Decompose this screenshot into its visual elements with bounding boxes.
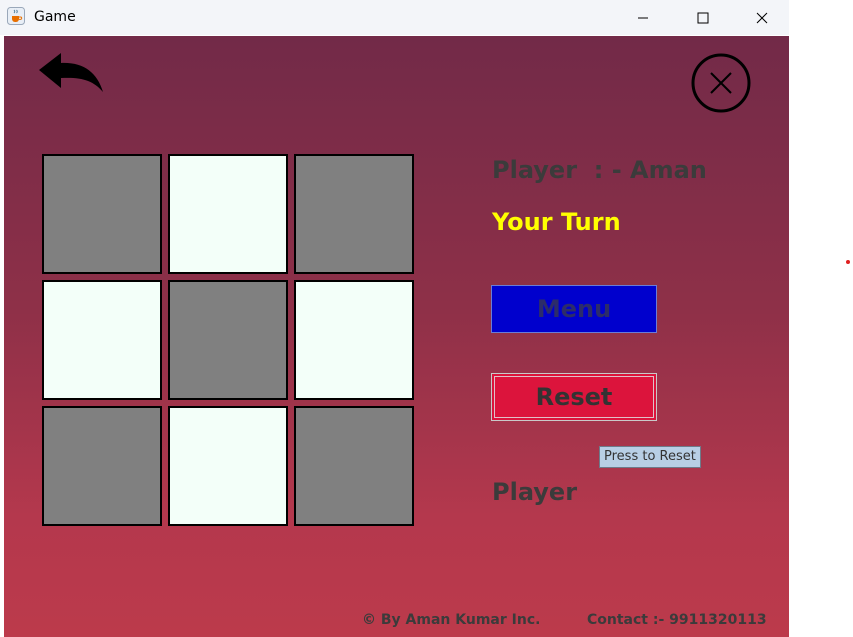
board-cell[interactable] <box>168 154 288 274</box>
footer-copyright: © By Aman Kumar Inc. <box>362 612 541 628</box>
turn-status-label: Your Turn <box>492 208 621 236</box>
board-cell[interactable] <box>42 280 162 400</box>
reset-tooltip: Press to Reset <box>599 446 701 468</box>
circle-close-icon[interactable] <box>690 52 752 114</box>
game-panel: Player : - Aman Your Turn Menu Reset Pre… <box>4 36 789 637</box>
minimize-button[interactable] <box>620 0 666 35</box>
footer-contact: Contact :- 9911320113 <box>587 612 767 628</box>
board-cell[interactable] <box>294 280 414 400</box>
game-window: Game Player: - Aman Your Turn Menu Rese… <box>0 0 789 637</box>
window-titlebar[interactable]: Game <box>0 0 789 35</box>
second-player-label: Player <box>492 478 578 506</box>
game-board <box>42 154 419 531</box>
board-cell[interactable] <box>168 406 288 526</box>
board-cell[interactable] <box>42 406 162 526</box>
minimize-icon <box>638 17 648 18</box>
window-title: Game <box>34 9 76 25</box>
player-name-label: Player : - Aman <box>492 156 707 184</box>
java-cup-icon <box>7 7 25 25</box>
menu-button[interactable]: Menu <box>491 285 657 333</box>
close-icon <box>756 12 768 23</box>
maximize-button[interactable] <box>680 0 726 35</box>
maximize-icon <box>697 12 709 23</box>
board-cell[interactable] <box>294 154 414 274</box>
board-cell[interactable] <box>42 154 162 274</box>
board-cell[interactable] <box>168 280 288 400</box>
board-cell[interactable] <box>294 406 414 526</box>
window-close-button[interactable] <box>739 0 785 35</box>
back-arrow-icon[interactable] <box>37 50 107 96</box>
reset-button[interactable]: Reset <box>491 373 657 421</box>
stray-dot <box>846 260 850 264</box>
